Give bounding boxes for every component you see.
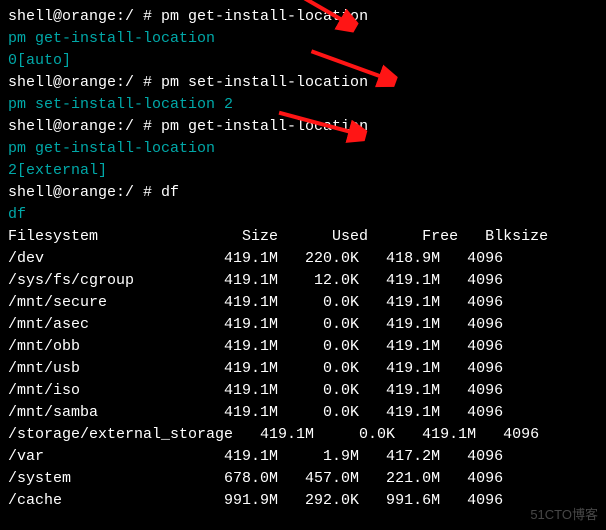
terminal-output: shell@orange:/ # pm get-install-location… (8, 6, 598, 512)
command-text: df (161, 184, 179, 201)
df-row: /mnt/iso 419.1M 0.0K 419.1M 4096 (8, 380, 598, 402)
df-row: /cache 991.9M 292.0K 991.6M 4096 (8, 490, 598, 512)
terminal-line: 0[auto] (8, 50, 598, 72)
shell-prompt: shell@orange:/ # (8, 8, 161, 25)
shell-prompt: shell@orange:/ # (8, 118, 161, 135)
terminal-line: pm set-install-location 2 (8, 94, 598, 116)
df-row: /var 419.1M 1.9M 417.2M 4096 (8, 446, 598, 468)
terminal-line: shell@orange:/ # df (8, 182, 598, 204)
df-row: /sys/fs/cgroup 419.1M 12.0K 419.1M 4096 (8, 270, 598, 292)
terminal-line: shell@orange:/ # pm get-install-location (8, 6, 598, 28)
command-text: pm get-install-location (161, 8, 368, 25)
df-header: Filesystem Size Used Free Blksize (8, 226, 598, 248)
shell-prompt: shell@orange:/ # (8, 74, 161, 91)
terminal-line: pm get-install-location (8, 138, 598, 160)
terminal-line: 2[external] (8, 160, 598, 182)
shell-prompt: shell@orange:/ # (8, 184, 161, 201)
terminal-line: pm get-install-location (8, 28, 598, 50)
df-row: /storage/external_storage 419.1M 0.0K 41… (8, 424, 598, 446)
terminal-line: df (8, 204, 598, 226)
df-row: /system 678.0M 457.0M 221.0M 4096 (8, 468, 598, 490)
df-row: /mnt/usb 419.1M 0.0K 419.1M 4096 (8, 358, 598, 380)
df-row: /mnt/samba 419.1M 0.0K 419.1M 4096 (8, 402, 598, 424)
df-row: /mnt/obb 419.1M 0.0K 419.1M 4096 (8, 336, 598, 358)
df-row: /mnt/asec 419.1M 0.0K 419.1M 4096 (8, 314, 598, 336)
terminal-line: shell@orange:/ # pm get-install-location (8, 116, 598, 138)
watermark: 51CTO博客 (530, 504, 598, 526)
command-text: pm get-install-location (161, 118, 368, 135)
df-row: /mnt/secure 419.1M 0.0K 419.1M 4096 (8, 292, 598, 314)
command-text: pm set-install-location 2 (161, 74, 386, 91)
df-row: /dev 419.1M 220.0K 418.9M 4096 (8, 248, 598, 270)
terminal-line: shell@orange:/ # pm set-install-location… (8, 72, 598, 94)
